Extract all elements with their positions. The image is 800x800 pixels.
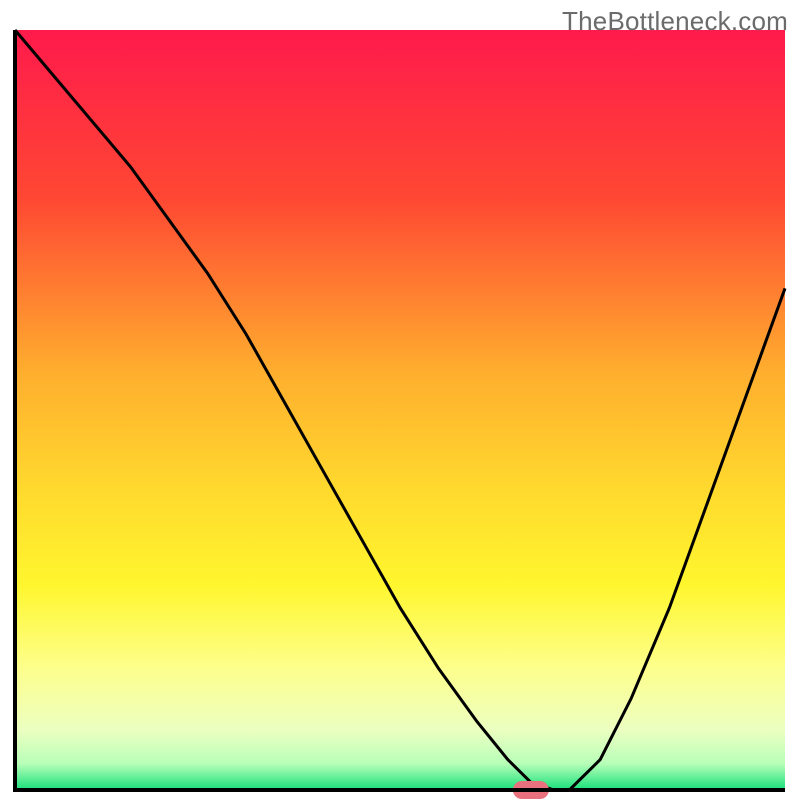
bottleneck-chart: TheBottleneck.com [0,0,800,800]
plot-area [15,30,785,799]
gradient-background [15,30,785,790]
chart-svg [0,0,800,800]
watermark-text: TheBottleneck.com [562,6,788,37]
